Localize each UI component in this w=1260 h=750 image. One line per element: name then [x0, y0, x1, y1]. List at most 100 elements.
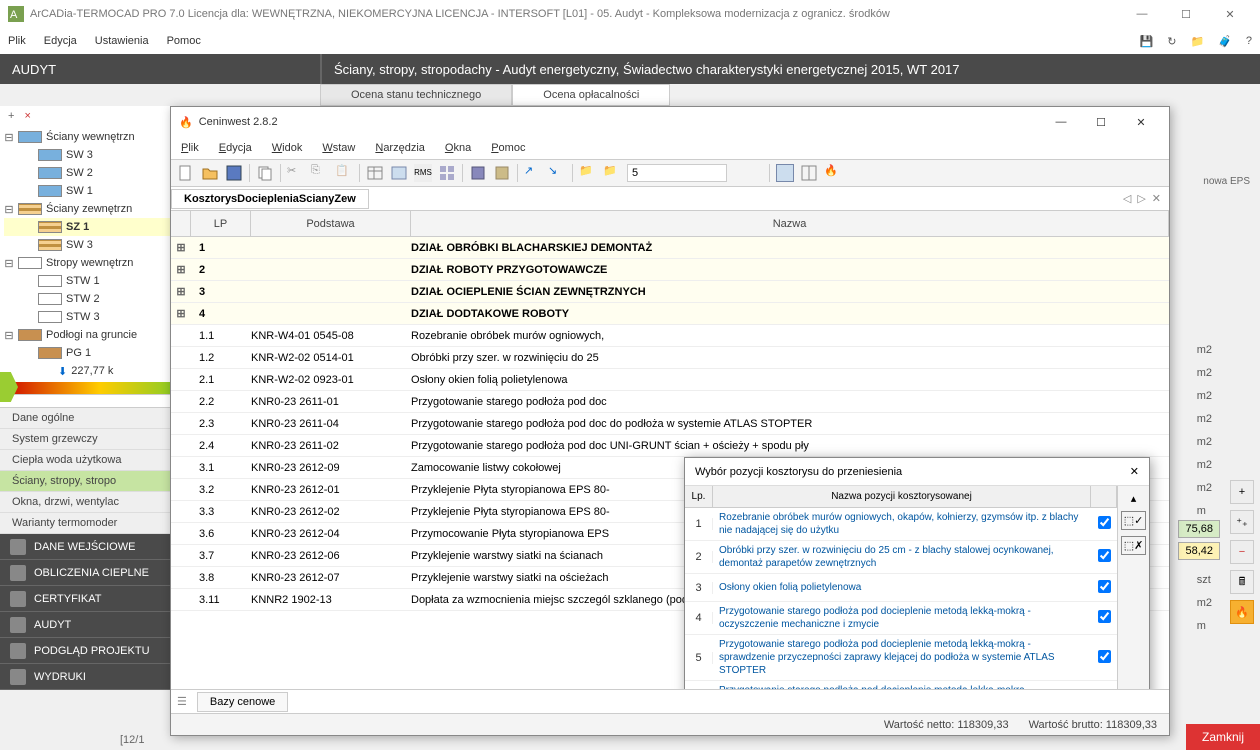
dialog-row[interactable]: 5Przygotowanie starego podłoża pod docie…	[685, 635, 1117, 681]
rms-icon[interactable]: RMS	[414, 164, 432, 182]
menu-ustawienia[interactable]: Ustawienia	[95, 35, 149, 47]
remove-icon[interactable]: ×	[24, 110, 30, 122]
plus-icon[interactable]: +	[1230, 480, 1254, 504]
dialog-checkbox[interactable]	[1098, 610, 1111, 623]
tree-node[interactable]: PG 1	[4, 344, 195, 362]
view1-icon[interactable]	[776, 164, 794, 182]
cen-menu-pomoc[interactable]: Pomoc	[491, 142, 525, 154]
save-icon[interactable]	[225, 164, 243, 182]
folder-yellow-icon[interactable]: 📁	[579, 164, 597, 182]
dialog-checkbox[interactable]	[1098, 580, 1111, 593]
tree-node[interactable]: ⊟Ściany zewnętrzn	[4, 200, 195, 218]
tree-node[interactable]: SW 3	[4, 146, 195, 164]
add-icon[interactable]: +	[8, 110, 14, 122]
new-icon[interactable]	[177, 164, 195, 182]
copy-icon[interactable]	[256, 164, 274, 182]
section-row[interactable]: ⊞2DZIAŁ ROBOTY PRZYGOTOWAWCZE	[171, 259, 1169, 281]
bottom-tab-bazy[interactable]: Bazy cenowe	[197, 692, 288, 712]
tree-node[interactable]: ⊟Podłogi na gruncie	[4, 326, 195, 344]
tree-node[interactable]: STW 3	[4, 308, 195, 326]
toolbar-number-input[interactable]	[627, 164, 727, 182]
dialog-row[interactable]: 2Obróbki przy szer. w rozwinięciu do 25 …	[685, 541, 1117, 574]
section-row[interactable]: ⊞3DZIAŁ OCIEPLENIE ŚCIAN ZEWNĘTRZNYCH	[171, 281, 1169, 303]
tree-node-selected[interactable]: SZ 1	[4, 218, 195, 236]
dialog-checkbox[interactable]	[1098, 650, 1111, 663]
scroll-up-icon[interactable]: ▴	[1131, 492, 1137, 505]
doc-tab[interactable]: KosztorysDociepleniaScianyZew	[171, 189, 369, 209]
folder-icon[interactable]: 📁	[1190, 35, 1204, 48]
subtab-ocena-stanu[interactable]: Ocena stanu technicznego	[320, 84, 512, 106]
table2-icon[interactable]	[390, 164, 408, 182]
calculator-icon[interactable]: 🖩	[1230, 570, 1254, 594]
cut-icon[interactable]: ✂	[287, 164, 305, 182]
tree-node[interactable]: ⊟Stropy wewnętrzn	[4, 254, 195, 272]
dialog-close-icon[interactable]: ✕	[1130, 465, 1139, 478]
minimize-button[interactable]: —	[1120, 0, 1164, 28]
flame-icon[interactable]: 🔥	[1230, 600, 1254, 624]
section-row[interactable]: ⊞4DZIAŁ DODTAKOWE ROBOTY	[171, 303, 1169, 325]
tree-node[interactable]: SW 3	[4, 236, 195, 254]
view2-icon[interactable]	[800, 164, 818, 182]
table-row[interactable]: 2.3KNR0-23 2611-04Przygotowanie starego …	[171, 413, 1169, 435]
tab-next-icon[interactable]: ▷	[1137, 192, 1145, 205]
menu-plik[interactable]: Plik	[8, 35, 26, 47]
status-netto: Wartość netto: 118309,33	[884, 719, 1009, 731]
subtab-ocena-oplac[interactable]: Ocena opłacalności	[512, 84, 670, 106]
tree-node[interactable]: STW 2	[4, 290, 195, 308]
table-row[interactable]: 1.2KNR-W2-02 0514-01Obróbki przy szer. w…	[171, 347, 1169, 369]
table-icon[interactable]	[366, 164, 384, 182]
cen-maximize-button[interactable]: ☐	[1081, 116, 1121, 129]
table-row[interactable]: 2.2KNR0-23 2611-01Przygotowanie starego …	[171, 391, 1169, 413]
tab-prev-icon[interactable]: ◁	[1123, 192, 1131, 205]
book2-icon[interactable]	[493, 164, 511, 182]
plus-plus-icon[interactable]: ⁺₊	[1230, 510, 1254, 534]
save-icon[interactable]: 💾	[1140, 35, 1154, 48]
refresh-icon[interactable]: ↻	[1167, 35, 1176, 48]
section-row[interactable]: ⊞1DZIAŁ OBRÓBKI BLACHARSKIEJ DEMONTAŻ	[171, 237, 1169, 259]
dialog-row[interactable]: 4Przygotowanie starego podłoża pod docie…	[685, 602, 1117, 635]
close-app-button[interactable]: Zamknij	[1186, 724, 1260, 750]
select-all-icon[interactable]: ⬚✓	[1121, 511, 1147, 530]
dialog-checkbox[interactable]	[1098, 516, 1111, 529]
tab-close-icon[interactable]: ✕	[1152, 192, 1161, 205]
tree-node[interactable]: SW 2	[4, 164, 195, 182]
minus-icon[interactable]: −	[1230, 540, 1254, 564]
ceninwest-window: 🔥 Ceninwest 2.8.2 — ☐ ✕ Plik Edycja Wido…	[170, 106, 1170, 736]
cen-menu-plik[interactable]: Plik	[181, 142, 199, 154]
maximize-button[interactable]: ☐	[1164, 0, 1208, 28]
grid-icon[interactable]	[438, 164, 456, 182]
cen-minimize-button[interactable]: —	[1041, 116, 1081, 128]
dialog-row[interactable]: 6Przygotowanie starego podłoża pod docie…	[685, 681, 1117, 689]
paste-icon[interactable]: 📋	[335, 164, 353, 182]
suitcase-icon[interactable]: 🧳	[1218, 35, 1232, 48]
table-row[interactable]: 1.1KNR-W4-01 0545-08Rozebranie obróbek m…	[171, 325, 1169, 347]
tree-node[interactable]: STW 1	[4, 272, 195, 290]
cen-menu-widok[interactable]: Widok	[272, 142, 303, 154]
cen-menu-narzedzia[interactable]: Narzędzia	[375, 142, 425, 154]
arrow2-icon[interactable]: ↘	[548, 164, 566, 182]
dcol-lp: Lp.	[685, 486, 713, 507]
menu-pomoc[interactable]: Pomoc	[167, 35, 201, 47]
cen-menu-wstaw[interactable]: Wstaw	[322, 142, 355, 154]
tree-node[interactable]: ⊟Ściany wewnętrzn	[4, 128, 195, 146]
flame-small-icon[interactable]: 🔥	[824, 164, 842, 182]
tree-node[interactable]: SW 1	[4, 182, 195, 200]
cen-close-button[interactable]: ✕	[1121, 116, 1161, 129]
dialog-row[interactable]: 3Osłony okien folią polietylenowa	[685, 574, 1117, 602]
help-icon[interactable]: ?	[1246, 35, 1252, 48]
open-icon[interactable]	[201, 164, 219, 182]
menu-edycja[interactable]: Edycja	[44, 35, 77, 47]
table-row[interactable]: 2.4KNR0-23 2611-02Przygotowanie starego …	[171, 435, 1169, 457]
close-button[interactable]: ✕	[1208, 0, 1252, 28]
table-row[interactable]: 2.1KNR-W2-02 0923-01Osłony okien folią p…	[171, 369, 1169, 391]
cen-menu-edycja[interactable]: Edycja	[219, 142, 252, 154]
dialog-row[interactable]: 1Rozebranie obróbek murów ogniowych, oka…	[685, 508, 1117, 541]
arrow1-icon[interactable]: ↗	[524, 164, 542, 182]
book-icon[interactable]	[469, 164, 487, 182]
dialog-checkbox[interactable]	[1098, 549, 1111, 562]
dialog-body[interactable]: 1Rozebranie obróbek murów ogniowych, oka…	[685, 508, 1117, 689]
cen-menu-okna[interactable]: Okna	[445, 142, 471, 154]
deselect-all-icon[interactable]: ⬚✗	[1121, 536, 1147, 555]
copy2-icon[interactable]: ⎘	[311, 164, 329, 182]
folder-green-icon[interactable]: 📁	[603, 164, 621, 182]
